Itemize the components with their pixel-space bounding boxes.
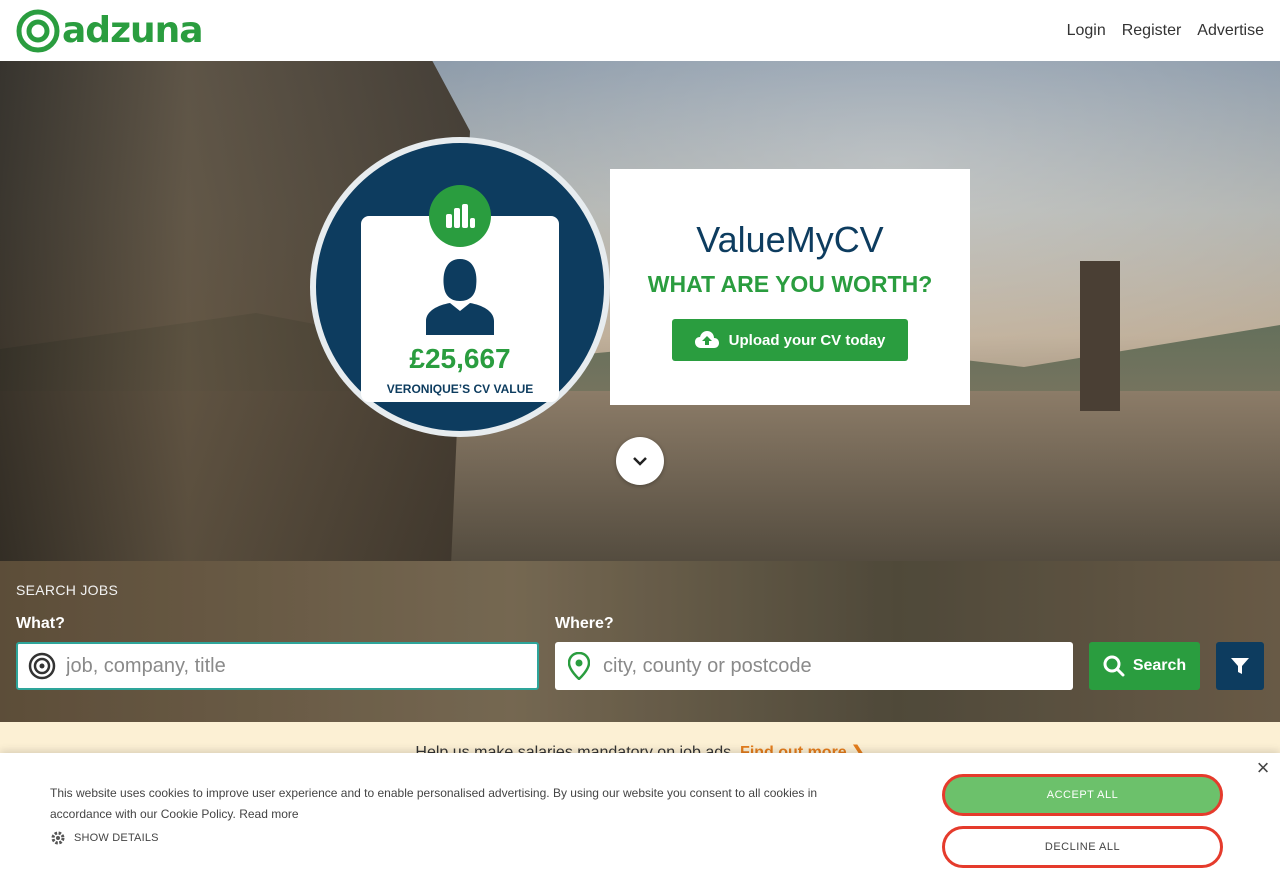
- header: adzuna Login Register Advertise: [0, 0, 1280, 61]
- hero-section: £25,667 VERONIQUE’S CV VALUE ValueMyCV W…: [0, 61, 1280, 561]
- what-label: What?: [16, 615, 65, 632]
- decline-all-button[interactable]: DECLINE ALL: [942, 826, 1223, 868]
- bar-chart-badge: [429, 185, 491, 247]
- bar-chart-icon: [446, 204, 475, 228]
- chevron-down-icon: [633, 456, 647, 466]
- top-nav: Login Register Advertise: [1067, 22, 1264, 40]
- show-details-label: SHOW DETAILS: [74, 832, 159, 844]
- where-label: Where?: [555, 615, 614, 632]
- location-pin-icon: [568, 652, 590, 680]
- filter-icon: [1231, 658, 1249, 674]
- where-field[interactable]: [555, 642, 1073, 690]
- cookie-consent-bar: This website uses cookies to improve use…: [0, 753, 1280, 887]
- what-field[interactable]: [16, 642, 539, 690]
- show-details-toggle[interactable]: SHOW DETAILS: [50, 830, 159, 846]
- target-icon: [28, 652, 56, 680]
- logo[interactable]: adzuna: [16, 9, 204, 53]
- login-link[interactable]: Login: [1067, 22, 1106, 40]
- location-icon-wrap: [555, 642, 603, 690]
- cookie-message: This website uses cookies to improve use…: [50, 786, 818, 821]
- search-heading: SEARCH JOBS: [16, 582, 119, 598]
- adzuna-logo-icon: [16, 9, 60, 52]
- valuemycv-title: ValueMyCV: [696, 219, 884, 260]
- brand-name: adzuna: [62, 10, 204, 51]
- cookie-text: This website uses cookies to improve use…: [50, 783, 820, 825]
- where-input[interactable]: [603, 654, 1073, 678]
- valuemycv-subtitle: WHAT ARE YOU WORTH?: [647, 271, 933, 297]
- cv-value: £25,667: [409, 343, 511, 374]
- advertise-link[interactable]: Advertise: [1197, 22, 1264, 40]
- person-icon: [426, 259, 494, 335]
- cloud-upload-icon: [694, 331, 719, 348]
- clock-tower: [1080, 261, 1120, 411]
- search-button-label: Search: [1132, 657, 1187, 674]
- what-input[interactable]: [66, 654, 537, 678]
- search-jobs-section: SEARCH JOBS What? Where? Search: [0, 561, 1280, 722]
- close-icon[interactable]: ×: [1252, 757, 1274, 779]
- upload-cv-label: Upload your CV today: [728, 331, 886, 349]
- filter-button[interactable]: [1216, 642, 1264, 690]
- upload-cv-button[interactable]: Upload your CV today: [672, 319, 908, 361]
- valuemycv-panel: ValueMyCV WHAT ARE YOU WORTH? Upload you…: [610, 169, 970, 405]
- scroll-down-button[interactable]: [616, 437, 664, 485]
- target-icon-wrap: [18, 642, 66, 690]
- search-icon: [1103, 655, 1125, 677]
- read-more-link[interactable]: Read more: [239, 807, 298, 821]
- register-link[interactable]: Register: [1122, 22, 1182, 40]
- accept-all-button[interactable]: ACCEPT ALL: [942, 774, 1223, 816]
- cv-value-label: VERONIQUE’S CV VALUE: [386, 382, 534, 396]
- gear-icon: [51, 831, 65, 845]
- search-button[interactable]: Search: [1089, 642, 1200, 690]
